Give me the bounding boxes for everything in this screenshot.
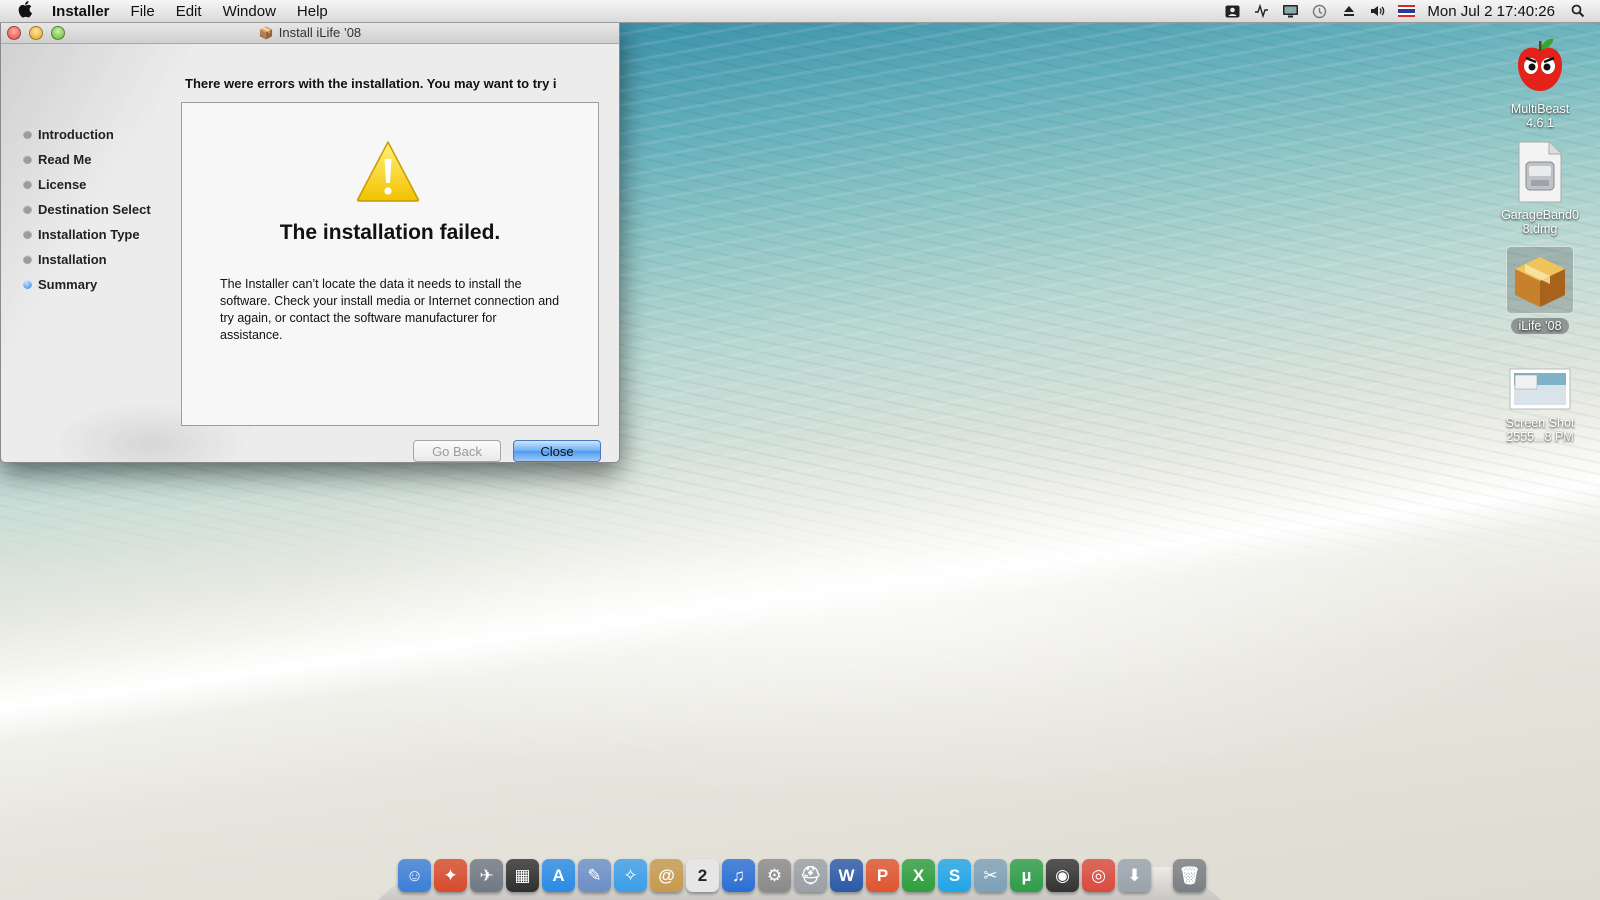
go-back-button[interactable]: Go Back — [413, 440, 501, 462]
calendar-icon[interactable]: 2 — [686, 859, 719, 892]
step-read-me: Read Me — [23, 147, 151, 172]
desktop-icon-label: iLife ’08 — [1511, 318, 1569, 334]
finder-icon[interactable]: ☺ — [398, 859, 431, 892]
eject-icon[interactable] — [1340, 3, 1357, 20]
utorrent-icon[interactable]: µ — [1010, 859, 1043, 892]
menu-edit[interactable]: Edit — [176, 3, 202, 20]
step-bullet-active-icon — [23, 280, 32, 289]
disk-image-icon — [1518, 141, 1562, 203]
step-summary: Summary — [23, 272, 151, 297]
step-bullet-icon — [23, 155, 32, 164]
installer-steps: Introduction Read Me License Destination… — [23, 122, 151, 297]
desktop-icon-label: 4.6.1 — [1526, 116, 1554, 130]
step-bullet-icon — [23, 255, 32, 264]
menu-file[interactable]: File — [131, 3, 155, 20]
window-close-icon[interactable] — [7, 26, 21, 40]
desktop-icon-screenshot[interactable]: Screen Shot 2555...8 PM — [1490, 368, 1590, 444]
installer-header: There were errors with the installation.… — [185, 76, 557, 91]
app-store-icon[interactable]: A — [542, 859, 575, 892]
step-bullet-icon — [23, 205, 32, 214]
dock: ☺ ✦ ✈ ▦ A ✎ ✧ @2 ♫ ⚙ ⛑ W P X S ✂ µ ◉ ◎ ⬇ 🗑 — [398, 859, 1206, 892]
menu-clock[interactable]: Mon Jul 2 17:40:26 — [1427, 3, 1555, 20]
volume-icon[interactable] — [1369, 3, 1386, 20]
safari-icon[interactable]: ✧ — [614, 859, 647, 892]
contacts-icon[interactable]: @ — [650, 859, 683, 892]
desktop-icon-label: GarageBand0 — [1501, 208, 1579, 222]
time-machine-icon[interactable] — [1311, 3, 1328, 20]
dock-separator — [1154, 859, 1170, 892]
window-zoom-icon[interactable] — [51, 26, 65, 40]
step-bullet-icon — [23, 180, 32, 189]
image-tools-icon[interactable]: ✂ — [974, 859, 1007, 892]
close-button[interactable]: Close — [513, 440, 601, 462]
trash-icon[interactable]: 🗑 — [1173, 859, 1206, 892]
step-bullet-icon — [23, 230, 32, 239]
cleaner-icon[interactable]: ✦ — [434, 859, 467, 892]
step-installation-type: Installation Type — [23, 222, 151, 247]
chrome-icon[interactable]: ◎ — [1082, 859, 1115, 892]
menu-app-name[interactable]: Installer — [52, 3, 110, 20]
flag-icon[interactable] — [1398, 3, 1416, 20]
failure-message: The Installer can’t locate the data it n… — [220, 277, 560, 342]
skype-icon[interactable]: S — [938, 859, 971, 892]
desktop-icon-garageband-dmg[interactable]: GarageBand0 8.dmg — [1490, 140, 1590, 236]
user-icon[interactable] — [1224, 3, 1241, 20]
display-icon[interactable] — [1282, 3, 1299, 20]
excel-icon[interactable]: X — [902, 859, 935, 892]
installer-window: 📦 Install iLife ’08 Introduction Read Me… — [0, 22, 620, 463]
menu-bar: Installer File Edit Window Help Mon Jul … — [0, 0, 1600, 23]
menu-window[interactable]: Window — [223, 3, 276, 20]
multibeast-icon — [1518, 38, 1562, 91]
photo-booth-icon[interactable]: ◉ — [1046, 859, 1079, 892]
desktop-icon-multibeast[interactable]: MultiBeast 4.6.1 — [1490, 32, 1590, 130]
step-license: License — [23, 172, 151, 197]
status-area: Mon Jul 2 17:40:26 — [1224, 0, 1600, 22]
window-title: Install iLife ’08 — [278, 25, 362, 40]
mission-control-icon[interactable]: ▦ — [506, 859, 539, 892]
desktop-icon-label: 8.dmg — [1522, 222, 1558, 236]
step-bullet-icon — [23, 130, 32, 139]
package-small-icon: 📦 — [258, 25, 274, 40]
desktop-icon-ilife-08[interactable]: iLife ’08 — [1490, 246, 1590, 334]
downloads-icon[interactable]: ⬇ — [1118, 859, 1151, 892]
system-preferences-icon[interactable]: ⚙ — [758, 859, 791, 892]
warning-icon — [356, 141, 420, 202]
apple-menu-icon[interactable] — [18, 0, 36, 23]
desktop-icon-label: MultiBeast — [1510, 102, 1570, 116]
window-minimize-icon[interactable] — [29, 26, 43, 40]
activity-icon[interactable] — [1253, 3, 1270, 20]
menu-help[interactable]: Help — [297, 3, 328, 20]
failure-title: The installation failed. — [279, 221, 501, 244]
preview-icon[interactable]: ✎ — [578, 859, 611, 892]
desktop-icon-label: Screen Shot — [1505, 416, 1575, 430]
screenshot-file-icon — [1509, 368, 1571, 410]
window-titlebar[interactable]: 📦 Install iLife ’08 — [1, 22, 619, 44]
desktop-icon-label: 2555...8 PM — [1506, 430, 1574, 444]
package-icon — [1515, 257, 1565, 307]
result-panel: The installation failed. The Installer c… — [181, 102, 599, 426]
step-introduction: Introduction — [23, 122, 151, 147]
powerpoint-icon[interactable]: P — [866, 859, 899, 892]
desktop-icon-selection — [1506, 246, 1574, 314]
step-installation: Installation — [23, 247, 151, 272]
spotlight-search-icon[interactable] — [1569, 3, 1586, 20]
itunes-icon[interactable]: ♫ — [722, 859, 755, 892]
word-icon[interactable]: W — [830, 859, 863, 892]
disk-utility-icon[interactable]: ⛑ — [794, 859, 827, 892]
launchpad-icon[interactable]: ✈ — [470, 859, 503, 892]
step-destination-select: Destination Select — [23, 197, 151, 222]
